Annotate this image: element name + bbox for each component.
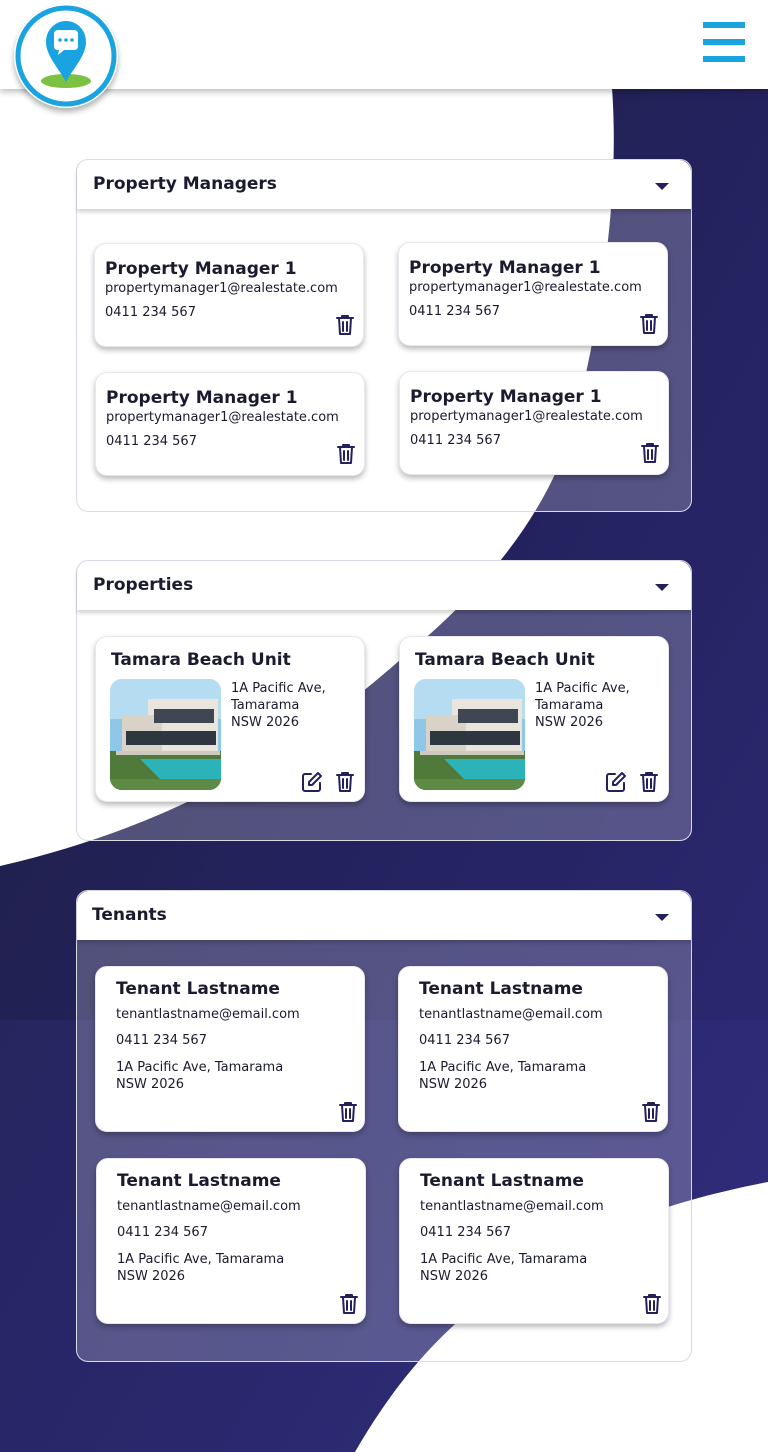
manager-phone: 0411 234 567 bbox=[409, 304, 500, 319]
property-name: Tamara Beach Unit bbox=[111, 650, 291, 670]
tenant-address: 1A Pacific Ave, Tamarama bbox=[116, 1060, 284, 1075]
tenant-phone: 0411 234 567 bbox=[419, 1033, 510, 1048]
manager-name: Property Manager 1 bbox=[106, 388, 298, 408]
tenant-email: tenantlastname@email.com bbox=[116, 1007, 300, 1022]
property-address: 1A Pacific Ave, Tamarama NSW 2026 bbox=[231, 680, 356, 731]
trash-icon[interactable] bbox=[335, 314, 355, 336]
trash-icon[interactable] bbox=[339, 1293, 359, 1315]
tenants-section: Tenants Tenant Lastname tenantlastname@e… bbox=[76, 890, 692, 1362]
tenant-phone: 0411 234 567 bbox=[117, 1225, 208, 1240]
edit-icon[interactable] bbox=[605, 771, 627, 793]
property-photo bbox=[414, 679, 525, 790]
manager-email: propertymanager1@realestate.com bbox=[410, 409, 643, 424]
property-manager-card[interactable]: Property Manager 1 propertymanager1@real… bbox=[94, 243, 364, 347]
section-title: Property Managers bbox=[93, 174, 277, 194]
address-line: NSW 2026 bbox=[535, 715, 604, 730]
tenant-email: tenantlastname@email.com bbox=[117, 1199, 301, 1214]
manager-name: Property Manager 1 bbox=[410, 387, 602, 407]
property-manager-card[interactable]: Property Manager 1 propertymanager1@real… bbox=[95, 372, 365, 476]
trash-icon[interactable] bbox=[338, 1101, 358, 1123]
map-pin-chat-icon bbox=[15, 5, 117, 107]
tenant-phone: 0411 234 567 bbox=[420, 1225, 511, 1240]
manager-email: propertymanager1@realestate.com bbox=[409, 280, 642, 295]
manager-email: propertymanager1@realestate.com bbox=[106, 410, 339, 425]
edit-icon[interactable] bbox=[301, 771, 323, 793]
address-line: Tamarama bbox=[231, 698, 300, 713]
trash-icon[interactable] bbox=[639, 313, 659, 335]
tenant-address: 1A Pacific Ave, Tamarama bbox=[117, 1252, 285, 1267]
tenant-name: Tenant Lastname bbox=[420, 1171, 584, 1191]
trash-icon[interactable] bbox=[642, 1293, 662, 1315]
tenant-address: NSW 2026 bbox=[419, 1077, 488, 1092]
address-line: NSW 2026 bbox=[231, 715, 300, 730]
tenant-card[interactable]: Tenant Lastname tenantlastname@email.com… bbox=[399, 1158, 669, 1324]
chevron-down-icon[interactable] bbox=[655, 183, 669, 190]
tenant-card[interactable]: Tenant Lastname tenantlastname@email.com… bbox=[96, 1158, 366, 1324]
tenant-email: tenantlastname@email.com bbox=[419, 1007, 603, 1022]
trash-icon[interactable] bbox=[335, 771, 355, 793]
property-managers-header[interactable]: Property Managers bbox=[77, 160, 691, 209]
property-photo bbox=[110, 679, 221, 790]
tenant-address: 1A Pacific Ave, Tamarama bbox=[419, 1060, 587, 1075]
tenant-address: NSW 2026 bbox=[117, 1269, 186, 1284]
property-name: Tamara Beach Unit bbox=[415, 650, 595, 670]
trash-icon[interactable] bbox=[336, 443, 356, 465]
chevron-down-icon[interactable] bbox=[655, 584, 669, 591]
trash-icon[interactable] bbox=[639, 771, 659, 793]
manager-name: Property Manager 1 bbox=[409, 258, 601, 278]
trash-icon[interactable] bbox=[640, 442, 660, 464]
property-address: 1A Pacific Ave, Tamarama NSW 2026 bbox=[535, 680, 660, 731]
tenant-name: Tenant Lastname bbox=[419, 979, 583, 999]
properties-section: Properties Tamara Beach Unit 1A Pacific … bbox=[76, 560, 692, 841]
app-logo[interactable] bbox=[14, 4, 118, 108]
property-card[interactable]: Tamara Beach Unit 1A Pacific Ave, Tamara… bbox=[95, 636, 365, 802]
address-line: Tamarama bbox=[535, 698, 604, 713]
address-line: 1A Pacific Ave, bbox=[535, 681, 630, 696]
trash-icon[interactable] bbox=[641, 1101, 661, 1123]
tenant-address: NSW 2026 bbox=[420, 1269, 489, 1284]
property-manager-card[interactable]: Property Manager 1 propertymanager1@real… bbox=[398, 242, 668, 346]
manager-phone: 0411 234 567 bbox=[410, 433, 501, 448]
properties-header[interactable]: Properties bbox=[77, 561, 691, 610]
manager-name: Property Manager 1 bbox=[105, 259, 297, 279]
hamburger-menu-icon[interactable] bbox=[703, 22, 745, 62]
manager-phone: 0411 234 567 bbox=[106, 434, 197, 449]
tenant-name: Tenant Lastname bbox=[116, 979, 280, 999]
property-managers-section: Property Managers Property Manager 1 pro… bbox=[76, 159, 692, 512]
section-title: Properties bbox=[93, 575, 194, 595]
address-line: 1A Pacific Ave, bbox=[231, 681, 326, 696]
tenant-address: NSW 2026 bbox=[116, 1077, 185, 1092]
manager-email: propertymanager1@realestate.com bbox=[105, 281, 338, 296]
property-manager-card[interactable]: Property Manager 1 propertymanager1@real… bbox=[399, 371, 669, 475]
tenant-card[interactable]: Tenant Lastname tenantlastname@email.com… bbox=[95, 966, 365, 1132]
tenant-address: 1A Pacific Ave, Tamarama bbox=[420, 1252, 588, 1267]
chevron-down-icon[interactable] bbox=[655, 914, 669, 921]
tenant-card[interactable]: Tenant Lastname tenantlastname@email.com… bbox=[398, 966, 668, 1132]
tenant-phone: 0411 234 567 bbox=[116, 1033, 207, 1048]
tenant-name: Tenant Lastname bbox=[117, 1171, 281, 1191]
section-title: Tenants bbox=[92, 905, 167, 925]
tenants-header[interactable]: Tenants bbox=[77, 891, 691, 940]
manager-phone: 0411 234 567 bbox=[105, 305, 196, 320]
tenant-email: tenantlastname@email.com bbox=[420, 1199, 604, 1214]
property-card[interactable]: Tamara Beach Unit 1A Pacific Ave, Tamara… bbox=[399, 636, 669, 802]
